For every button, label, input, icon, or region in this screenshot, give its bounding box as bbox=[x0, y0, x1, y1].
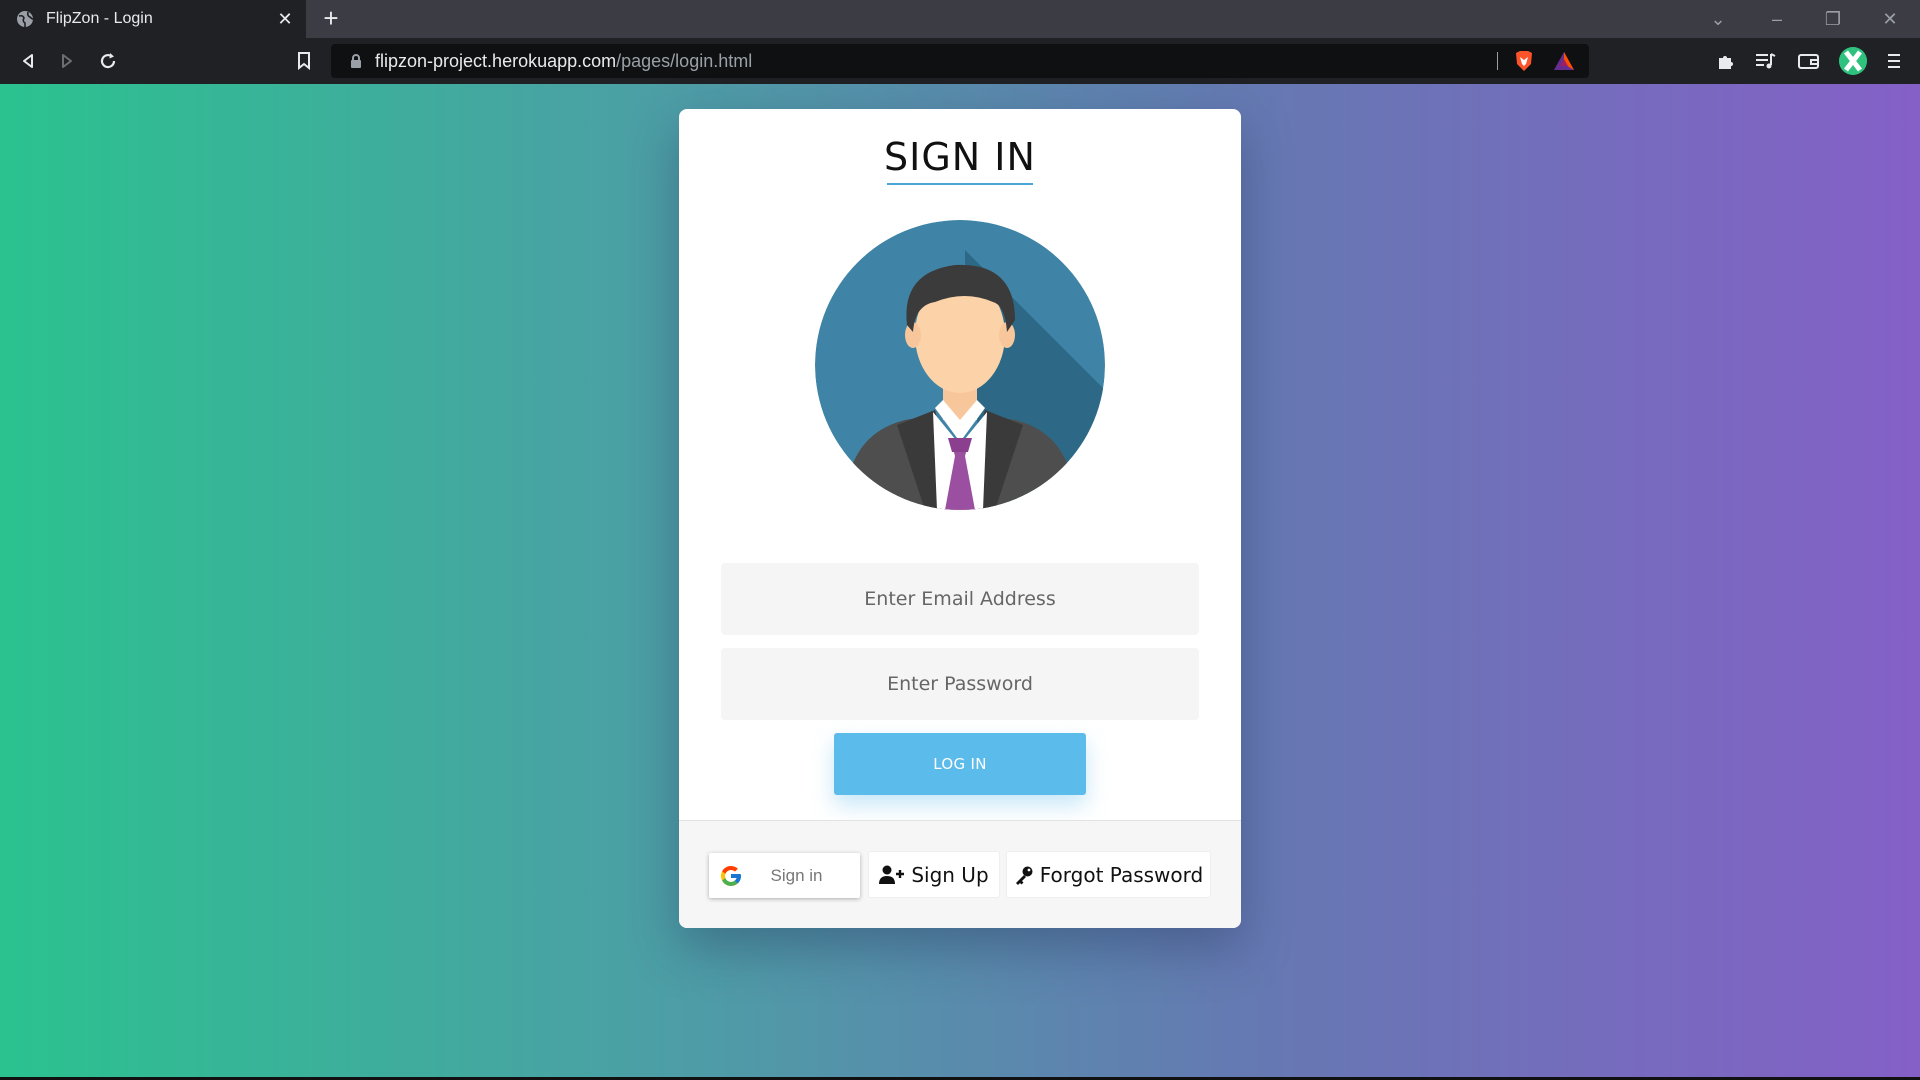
password-field[interactable] bbox=[721, 648, 1199, 720]
user-avatar-illustration bbox=[815, 220, 1105, 510]
browser-toolbar: flipzon-project.herokuapp.com/pages/logi… bbox=[0, 38, 1920, 84]
bookmark-icon[interactable] bbox=[292, 49, 316, 73]
brave-shield-icon[interactable] bbox=[1514, 50, 1534, 77]
reload-icon[interactable] bbox=[96, 49, 120, 73]
extensions-icon[interactable] bbox=[1714, 49, 1738, 73]
forgot-password-label: Forgot Password bbox=[1039, 862, 1204, 887]
browser-tab-active[interactable]: FlipZon - Login ✕ bbox=[0, 0, 306, 38]
media-queue-icon[interactable] bbox=[1754, 49, 1778, 73]
forward-icon[interactable] bbox=[55, 49, 79, 73]
address-bar[interactable]: flipzon-project.herokuapp.com/pages/logi… bbox=[331, 44, 1589, 78]
profile-avatar-icon[interactable] bbox=[1839, 47, 1867, 75]
globe-icon bbox=[16, 10, 34, 28]
lock-icon bbox=[349, 53, 363, 69]
page-title: SIGN IN bbox=[884, 135, 1036, 179]
google-signin-button[interactable]: Sign in bbox=[709, 853, 860, 898]
google-g-icon bbox=[719, 864, 743, 888]
signup-label: Sign Up bbox=[911, 862, 989, 887]
card-footer: Sign in Sign Up Forgot Password bbox=[679, 820, 1241, 928]
tab-title: FlipZon - Login bbox=[46, 10, 153, 27]
restore-icon[interactable]: ❐ bbox=[1822, 8, 1844, 30]
login-button[interactable]: LOG IN bbox=[834, 733, 1086, 795]
email-field[interactable] bbox=[721, 563, 1199, 635]
key-icon bbox=[1015, 866, 1033, 885]
omnibox-divider bbox=[1497, 52, 1498, 70]
wallet-icon[interactable] bbox=[1797, 49, 1821, 73]
bat-rewards-icon[interactable] bbox=[1553, 51, 1575, 76]
user-plus-icon bbox=[879, 865, 905, 884]
plus-icon[interactable]: + bbox=[318, 5, 344, 32]
chevron-down-icon[interactable]: ⌄ bbox=[1707, 8, 1729, 30]
login-card: SIGN IN Enter Email Address LOG IN Sign … bbox=[679, 109, 1241, 928]
menu-icon[interactable] bbox=[1882, 49, 1906, 73]
browser-tabbar: FlipZon - Login ✕ + ⌄ – ❐ ✕ bbox=[0, 0, 1920, 38]
close-icon[interactable]: ✕ bbox=[274, 8, 296, 30]
url-path: /pages/login.html bbox=[616, 50, 753, 71]
close-window-icon[interactable]: ✕ bbox=[1879, 8, 1901, 30]
title-underline bbox=[887, 183, 1033, 185]
google-signin-label: Sign in bbox=[770, 865, 823, 885]
forgot-password-button[interactable]: Forgot Password bbox=[1007, 852, 1210, 897]
url-host: flipzon-project.herokuapp.com bbox=[375, 50, 617, 71]
minimize-icon[interactable]: – bbox=[1766, 8, 1788, 30]
signup-button[interactable]: Sign Up bbox=[869, 852, 999, 897]
back-icon[interactable] bbox=[16, 49, 40, 73]
page-background: SIGN IN Enter Email Address LOG IN Sign … bbox=[0, 84, 1920, 1077]
